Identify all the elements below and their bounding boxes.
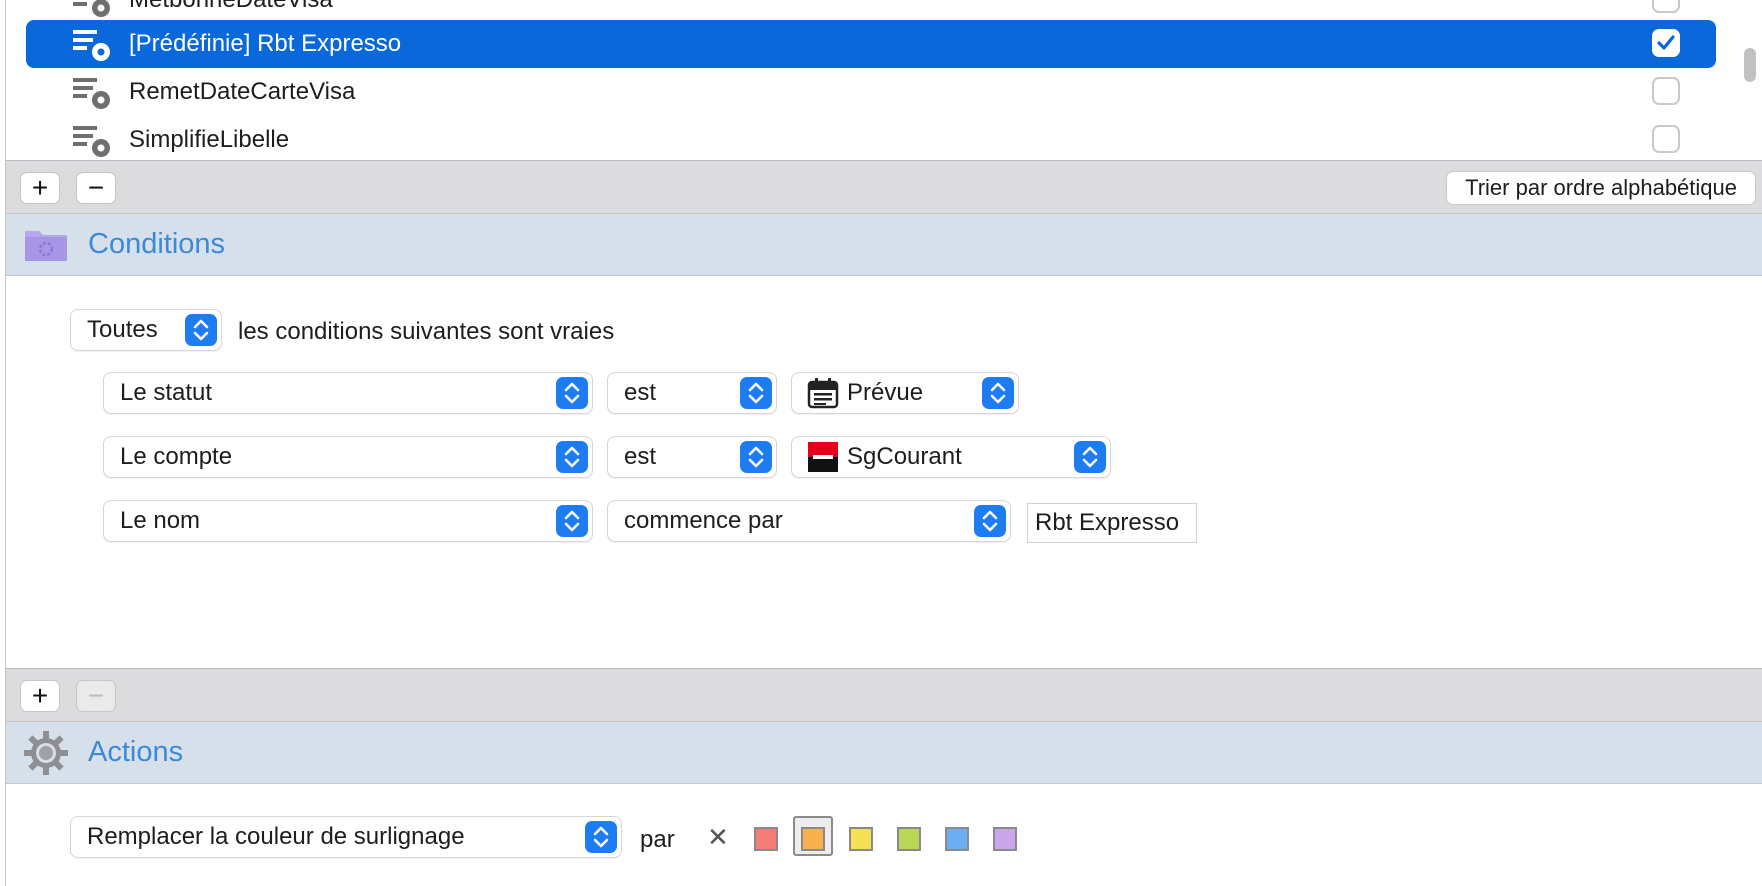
condition-field-popup[interactable]: Le nom — [103, 500, 593, 542]
popup-stepper-icon — [556, 505, 588, 537]
popup-stepper-icon — [982, 377, 1014, 409]
rules-list[interactable]: MetbonneDateVisa [Prédéfinie] Rbt Expres… — [6, 0, 1762, 160]
condition-operator-popup[interactable]: est — [607, 372, 777, 414]
rule-item[interactable]: SimplifieLibelle — [26, 116, 1716, 160]
checkmark-icon — [1657, 35, 1675, 50]
actions-title: Actions — [88, 736, 184, 768]
condition-operator-value: est — [624, 379, 657, 406]
remove-rule-button[interactable]: − — [76, 172, 116, 204]
match-mode-suffix: les conditions suivantes sont vraies — [238, 318, 615, 345]
popup-stepper-icon — [585, 821, 617, 853]
bank-logo-icon — [807, 441, 839, 473]
sort-alphabetical-button[interactable]: Trier par ordre alphabétique — [1446, 171, 1756, 205]
popup-stepper-icon — [974, 505, 1006, 537]
rule-label: MetbonneDateVisa — [129, 0, 333, 14]
add-condition-button[interactable]: + — [20, 680, 60, 712]
action-type-value: Remplacer la couleur de surlignage — [87, 823, 465, 850]
rule-gear-icon — [71, 24, 113, 64]
action-type-popup[interactable]: Remplacer la couleur de surlignage — [70, 816, 622, 858]
rule-gear-icon — [71, 120, 113, 160]
rule-label: [Prédéfinie] Rbt Expresso — [129, 30, 402, 57]
color-swatch[interactable] — [849, 827, 873, 851]
rule-enabled-checkbox[interactable] — [1652, 125, 1680, 153]
no-color-button[interactable]: ✕ — [707, 822, 729, 853]
color-swatch[interactable] — [754, 827, 778, 851]
rule-enabled-checkbox[interactable] — [1652, 77, 1680, 105]
condition-operator-value: est — [624, 443, 657, 470]
popup-stepper-icon — [740, 441, 772, 473]
add-rule-button[interactable]: + — [20, 172, 60, 204]
action-by-label: par — [640, 826, 675, 853]
condition-operator-popup[interactable]: commence par — [607, 500, 1011, 542]
popup-stepper-icon — [185, 314, 217, 346]
condition-operator-popup[interactable]: est — [607, 436, 777, 478]
conditions-title: Conditions — [88, 228, 226, 260]
remove-condition-button[interactable]: − — [76, 680, 116, 712]
color-swatch[interactable] — [993, 827, 1017, 851]
condition-value-popup[interactable]: Prévue — [791, 372, 1019, 414]
rule-enabled-checkbox[interactable] — [1652, 29, 1680, 57]
calendar-icon — [807, 377, 839, 409]
gear-icon — [22, 729, 70, 777]
color-swatch[interactable] — [945, 827, 969, 851]
condition-value-field[interactable]: Rbt Expresso — [1027, 503, 1197, 543]
match-mode-value: Toutes — [87, 316, 158, 343]
condition-field-value: Le nom — [120, 507, 201, 534]
condition-value-popup[interactable]: SgCourant — [791, 436, 1111, 478]
condition-field-popup[interactable]: Le statut — [103, 372, 593, 414]
popup-stepper-icon — [556, 377, 588, 409]
conditions-header: Conditions — [6, 214, 1762, 276]
conditions-toolbar: + − — [6, 668, 1762, 722]
condition-operator-value: commence par — [624, 507, 783, 534]
scrollbar-thumb[interactable] — [1744, 48, 1756, 82]
rule-gear-icon — [71, 72, 113, 112]
popup-stepper-icon — [556, 441, 588, 473]
rule-gear-icon — [71, 0, 113, 20]
actions-header: Actions — [6, 722, 1762, 784]
color-swatch[interactable] — [801, 827, 825, 851]
rule-label: RemetDateCarteVisa — [129, 78, 356, 105]
color-swatch[interactable] — [897, 827, 921, 851]
rule-enabled-checkbox[interactable] — [1652, 0, 1680, 13]
match-mode-popup[interactable]: Toutes — [70, 309, 222, 351]
rules-toolbar: + − Trier par ordre alphabétique — [6, 160, 1762, 214]
popup-stepper-icon — [1074, 441, 1106, 473]
condition-field-popup[interactable]: Le compte — [103, 436, 593, 478]
condition-value-text: SgCourant — [847, 443, 962, 470]
smart-folder-icon — [22, 221, 70, 269]
popup-stepper-icon — [740, 377, 772, 409]
rule-label: SimplifieLibelle — [129, 126, 290, 153]
condition-field-value: Le statut — [120, 379, 213, 406]
rule-item-selected[interactable]: [Prédéfinie] Rbt Expresso — [26, 20, 1716, 68]
condition-value-text: Prévue — [847, 379, 924, 406]
condition-field-value: Le compte — [120, 443, 233, 470]
rule-item[interactable]: RemetDateCarteVisa — [26, 68, 1716, 116]
